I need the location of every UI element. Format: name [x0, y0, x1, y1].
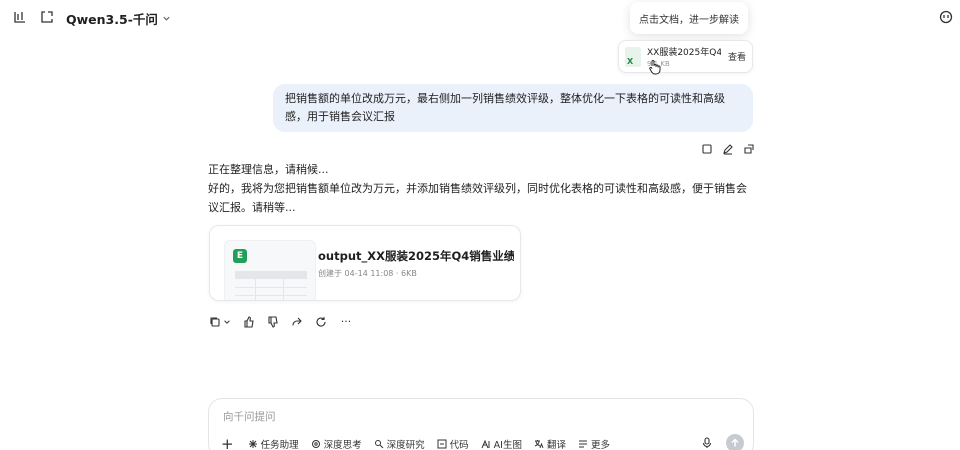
microphone-icon[interactable] [701, 437, 713, 449]
tool-label: 任务助理 [260, 440, 299, 450]
tool-more[interactable]: 更多 [578, 437, 610, 450]
history-icon[interactable] [938, 9, 954, 25]
excel-icon: X [625, 46, 641, 67]
attachment-card[interactable]: X XX服装2025年Q4销售 9.1 KB 查看 [618, 40, 753, 73]
tool-deep-research[interactable]: 深度研究 [374, 437, 425, 450]
retry-icon[interactable] [742, 142, 755, 155]
sidebar-icon[interactable] [12, 9, 28, 25]
view-button[interactable]: 查看 [728, 50, 746, 63]
think-icon [311, 440, 320, 448]
tool-label: 深度研究 [386, 440, 425, 450]
tooltip: 点击文档，进一步解读 [630, 2, 748, 34]
translate-icon [534, 440, 544, 449]
share-icon[interactable] [290, 315, 303, 328]
user-message-text: 把销售额的单位改成万元，最右侧加一列销售绩效评级，整体优化一下表格的可读性和高级… [285, 92, 725, 123]
spreadsheet-thumbnail: E [224, 240, 316, 300]
tool-code[interactable]: 代码 [437, 437, 469, 450]
user-message-actions [700, 142, 755, 155]
copy-icon [208, 315, 221, 328]
assistant-message: 正在整理信息，请稍候... 好的，我将为您把销售额单位改为万元，并添加销售绩效评… [208, 160, 756, 217]
like-icon[interactable] [242, 315, 255, 328]
more-icon[interactable]: ··· [338, 315, 354, 328]
tool-label: 代码 [449, 440, 469, 450]
tool-translate[interactable]: 翻译 [534, 437, 566, 450]
output-file-title: output_XX服装2025年Q4销售业绩... [318, 249, 514, 263]
add-icon[interactable]: + [221, 437, 234, 450]
tool-label: AI生图 [493, 440, 522, 450]
edit-icon[interactable] [721, 142, 734, 155]
tool-label: 深度思考 [323, 440, 362, 450]
user-message: 把销售额的单位改成万元，最右侧加一列销售绩效评级，整体优化一下表格的可读性和高级… [273, 84, 753, 132]
tooltip-text: 点击文档，进一步解读 [639, 14, 739, 26]
top-bar: Qwen3.5-千问 [0, 0, 960, 36]
chevron-down-icon [224, 319, 230, 324]
output-file-card[interactable]: E output_XX服装2025年Q4销售业绩... 创建于 04-14 11… [209, 225, 521, 301]
assistant-reply: 好的，我将为您把销售额单位改为万元，并添加销售绩效评级列，同时优化表格的可读性和… [208, 182, 747, 214]
send-button[interactable] [726, 434, 744, 450]
tool-label: 翻译 [546, 440, 566, 450]
composer-toolbar: + 任务助理 深度思考 深度研究 代码 AI生图 翻译 更多 [221, 437, 610, 450]
assistant-message-actions: ··· [208, 315, 354, 328]
copy-icon[interactable] [700, 142, 713, 155]
code-icon [437, 439, 447, 449]
message-input[interactable] [223, 409, 623, 425]
arrow-up-icon [731, 438, 739, 447]
attachment-name: XX服装2025年Q4销售 [647, 48, 721, 58]
excel-badge-icon: E [233, 249, 247, 263]
model-name: Qwen3.5-千问 [66, 11, 158, 27]
composer: + 任务助理 深度思考 深度研究 代码 AI生图 翻译 更多 [208, 398, 754, 450]
dislike-icon[interactable] [266, 315, 279, 328]
copy-menu[interactable] [208, 315, 231, 328]
hand-cursor-icon [649, 60, 661, 75]
assistant-status: 正在整理信息，请稍候... [208, 163, 329, 176]
image-icon [481, 439, 490, 449]
tool-ai-image[interactable]: AI生图 [481, 437, 522, 450]
more-list-icon [578, 440, 587, 448]
output-file-meta: 创建于 04-14 11:08 · 6KB [318, 269, 417, 278]
new-chat-icon[interactable] [39, 9, 55, 25]
research-icon [374, 440, 383, 449]
chevron-down-icon [163, 16, 170, 21]
model-selector[interactable]: Qwen3.5-千问 [66, 8, 171, 28]
task-icon [248, 440, 257, 448]
tool-deep-think[interactable]: 深度思考 [311, 437, 362, 450]
regenerate-icon[interactable] [314, 315, 327, 328]
tool-task-assistant[interactable]: 任务助理 [248, 437, 299, 450]
tool-label: 更多 [590, 440, 610, 450]
